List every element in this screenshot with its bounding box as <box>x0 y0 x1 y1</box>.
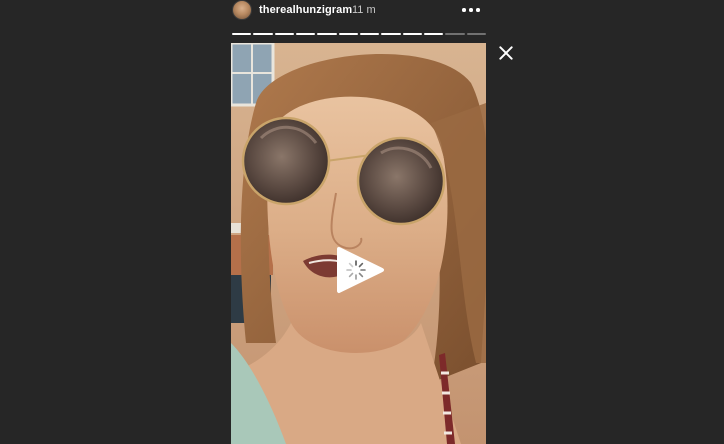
story-progress-segment <box>445 33 465 35</box>
story-progress-bar <box>232 33 486 35</box>
story-header: therealhunzigram 11 m <box>232 0 486 22</box>
story-photo <box>231 43 486 444</box>
username[interactable]: therealhunzigram <box>259 4 352 16</box>
story-viewer: therealhunzigram 11 m <box>0 0 724 444</box>
more-dot-icon <box>476 8 480 12</box>
story-progress-segment <box>402 33 422 35</box>
more-options-button[interactable] <box>462 7 480 13</box>
story-progress-segment <box>338 33 358 35</box>
story-progress-segment <box>253 33 273 35</box>
story-progress-segment <box>466 33 486 35</box>
story-progress-segment <box>317 33 337 35</box>
more-dot-icon <box>462 8 466 12</box>
avatar[interactable] <box>232 0 252 20</box>
play-icon[interactable] <box>335 245 385 295</box>
time-ago: 11 m <box>352 4 376 16</box>
close-icon[interactable] <box>498 45 514 61</box>
story-progress-segment <box>232 33 252 35</box>
story-media[interactable] <box>231 43 486 444</box>
story-progress-segment <box>295 33 316 35</box>
story-progress-segment <box>274 33 294 35</box>
story-progress-segment <box>359 33 380 35</box>
story-progress-segment <box>423 33 444 35</box>
more-dot-icon <box>469 8 473 12</box>
story-progress-segment <box>381 33 401 35</box>
